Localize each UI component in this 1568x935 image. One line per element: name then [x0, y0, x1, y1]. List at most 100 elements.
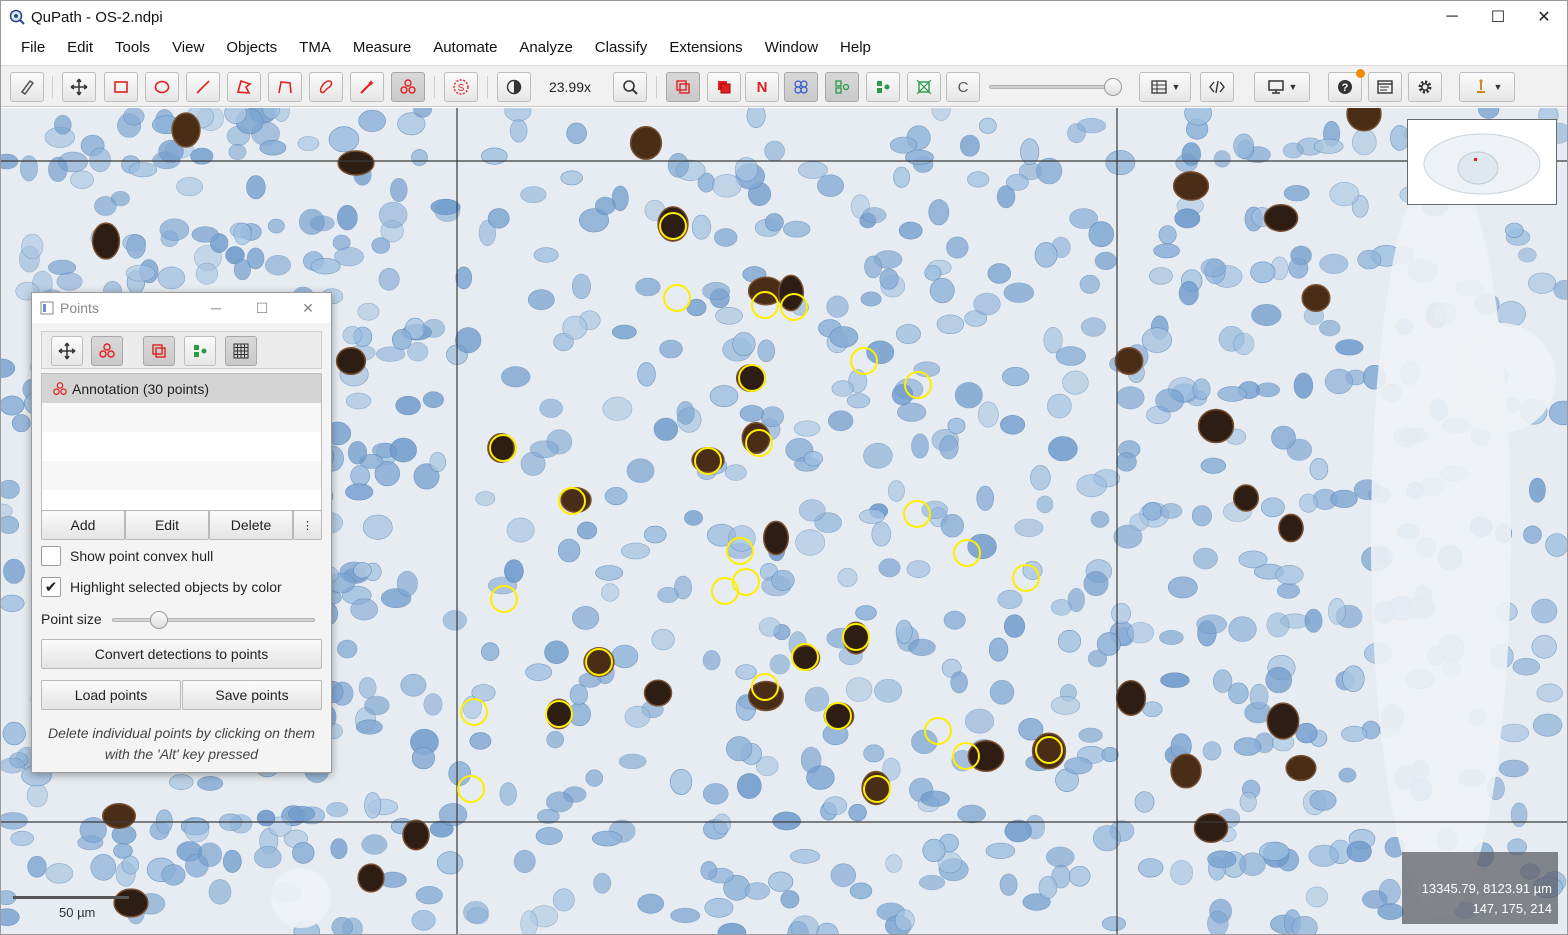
- show-pixel-classification-button[interactable]: C: [946, 72, 980, 102]
- points-show-grid-button[interactable]: [225, 336, 257, 366]
- convert-detections-button[interactable]: Convert detections to points: [41, 639, 322, 669]
- more-options-button[interactable]: ⋮: [293, 510, 322, 540]
- menu-measure[interactable]: Measure: [342, 33, 422, 63]
- annotation-list[interactable]: Annotation (30 points): [41, 373, 322, 511]
- delete-button[interactable]: Delete: [209, 510, 293, 540]
- dialog-maximize-button[interactable]: ☐: [239, 293, 285, 323]
- show-detections-icon: [194, 345, 207, 357]
- zoom-level[interactable]: 23.99x: [537, 72, 603, 102]
- move-tool-button[interactable]: [62, 72, 96, 102]
- menu-tools[interactable]: Tools: [104, 33, 161, 63]
- nucleus-blue: [21, 233, 44, 260]
- nucleus-blue: [121, 855, 139, 875]
- help-button[interactable]: ?: [1328, 69, 1365, 102]
- viewer-layout-button[interactable]: ▼: [1254, 72, 1310, 102]
- overview-thumbnail[interactable]: [1407, 119, 1557, 205]
- points-dialog-title: Points: [60, 300, 99, 316]
- nucleus-blue: [1153, 243, 1180, 259]
- polyline-tool-button[interactable]: [268, 72, 302, 102]
- nucleus-blue: [169, 774, 194, 790]
- points-tool-button[interactable]: [391, 72, 425, 102]
- extensions-button[interactable]: ▼: [1459, 72, 1515, 102]
- list-item[interactable]: Annotation (30 points): [42, 374, 321, 403]
- points-dialog-title-bar[interactable]: Points ─ ☐ ✕: [32, 293, 331, 323]
- menu-objects[interactable]: Objects: [215, 33, 288, 63]
- nucleus-blue: [310, 258, 341, 275]
- nucleus-blue: [732, 332, 756, 357]
- nucleus-blue: [361, 834, 388, 855]
- points-move-tool-button[interactable]: [51, 336, 83, 366]
- points-show-detections-button[interactable]: [184, 336, 216, 366]
- nucleus-blue: [1, 757, 26, 774]
- fill-annotations-button[interactable]: [707, 72, 741, 102]
- menu-extensions[interactable]: Extensions: [658, 33, 753, 63]
- close-button[interactable]: ✕: [1521, 1, 1567, 33]
- point-size-slider-track[interactable]: [112, 618, 315, 622]
- preferences-button[interactable]: [1408, 72, 1442, 102]
- show-tma-grid-button[interactable]: [784, 72, 818, 102]
- show-convex-hull-row[interactable]: Show point convex hull: [41, 546, 213, 566]
- script-editor-button[interactable]: [1200, 72, 1234, 102]
- brush-tool-button[interactable]: [309, 72, 343, 102]
- opacity-slider-thumb[interactable]: [1104, 78, 1122, 96]
- menu-classify[interactable]: Classify: [584, 33, 659, 63]
- show-detections-button[interactable]: [825, 72, 859, 102]
- show-detections-icon: [835, 80, 850, 94]
- nucleus-blue: [45, 863, 74, 884]
- log-button[interactable]: [1368, 72, 1402, 102]
- edit-button[interactable]: Edit: [125, 510, 209, 540]
- menu-file[interactable]: File: [1, 33, 56, 63]
- nucleus-blue: [1158, 225, 1177, 245]
- menu-view[interactable]: View: [161, 33, 215, 63]
- points-show-annotations-button[interactable]: [143, 336, 175, 366]
- nucleus-blue: [159, 218, 190, 241]
- nucleus-blue: [960, 134, 980, 157]
- nucleus-blue: [845, 677, 873, 702]
- highlight-selected-checkbox[interactable]: ✔: [41, 577, 61, 597]
- nucleus-blue: [837, 567, 858, 588]
- highlight-selected-row[interactable]: ✔ Highlight selected objects by color: [41, 577, 282, 597]
- polygon-tool-button[interactable]: [227, 72, 261, 102]
- points-add-tool-button[interactable]: [91, 336, 123, 366]
- nucleus-blue: [887, 480, 905, 502]
- nucleus-blue: [27, 855, 47, 878]
- point-size-slider-thumb[interactable]: [149, 611, 168, 629]
- add-button[interactable]: Add: [41, 510, 125, 540]
- show-names-button[interactable]: N: [745, 72, 779, 102]
- zoom-to-fit-button[interactable]: [613, 72, 647, 102]
- menu-analyze[interactable]: Analyze: [508, 33, 583, 63]
- measure-tool-button[interactable]: [10, 72, 44, 102]
- opacity-slider-track[interactable]: [989, 85, 1119, 89]
- rectangle-tool-button[interactable]: [104, 72, 138, 102]
- wand-tool-button[interactable]: [350, 72, 384, 102]
- ellipse-tool-button[interactable]: [145, 72, 179, 102]
- nucleus-blue: [422, 318, 446, 338]
- nucleus-blue: [1352, 128, 1377, 156]
- dialog-close-button[interactable]: ✕: [285, 293, 331, 323]
- menu-help[interactable]: Help: [829, 33, 882, 63]
- nucleus-blue: [1238, 550, 1268, 569]
- menu-window[interactable]: Window: [754, 33, 829, 63]
- dialog-minimize-button[interactable]: ─: [193, 293, 239, 323]
- nucleus-blue: [533, 247, 559, 263]
- menu-edit[interactable]: Edit: [56, 33, 104, 63]
- nucleus-blue: [595, 565, 624, 581]
- nucleus-blue: [1034, 242, 1058, 268]
- menu-tma[interactable]: TMA: [288, 33, 342, 63]
- show-annotations-button[interactable]: [666, 72, 700, 102]
- minimize-button[interactable]: ─: [1429, 1, 1475, 33]
- line-tool-button[interactable]: [186, 72, 220, 102]
- nucleus-blue: [1068, 865, 1091, 887]
- brightness-contrast-button[interactable]: [497, 72, 531, 102]
- selection-mode-button[interactable]: S: [444, 72, 478, 102]
- measurement-table-button[interactable]: ▼: [1139, 72, 1191, 102]
- save-points-button[interactable]: Save points: [182, 680, 322, 710]
- show-convex-hull-checkbox[interactable]: [41, 546, 61, 566]
- load-points-button[interactable]: Load points: [41, 680, 181, 710]
- nucleus-blue: [1498, 759, 1529, 778]
- maximize-button[interactable]: ☐: [1475, 1, 1521, 33]
- nucleus-blue: [545, 791, 574, 813]
- menu-automate[interactable]: Automate: [422, 33, 508, 63]
- show-connections-button[interactable]: [907, 72, 941, 102]
- fill-detections-button[interactable]: [866, 72, 900, 102]
